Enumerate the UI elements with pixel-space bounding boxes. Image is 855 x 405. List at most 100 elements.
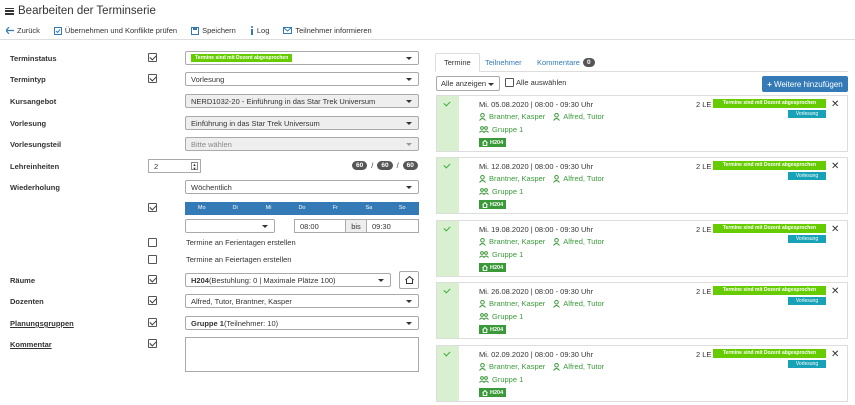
rooms-select[interactable]: H204 (Bestuhlung: 0 | Maximale Plätze 10… [185,273,391,287]
type-select[interactable]: Vorlesung [185,72,419,86]
room-overview-button[interactable] [399,271,419,289]
remove-icon[interactable]: ✕ [831,161,839,172]
toolbar: Zurück Übernehmen und Konflikte prüfen S… [0,22,855,40]
stepper-icon[interactable]: ▲ ▼ [191,162,198,170]
room-name: H204 [191,275,209,285]
group-icon [479,126,489,133]
tab-comments[interactable]: Kommentare 0 [529,53,603,72]
type-checkbox[interactable] [148,74,157,83]
menu-icon[interactable] [5,7,14,15]
comment-checkbox[interactable] [148,339,157,348]
user-icon [553,299,561,308]
filter-select[interactable]: Alle anzeigen [436,76,500,91]
back-button[interactable]: Zurück [6,26,40,35]
selected-check-icon[interactable] [437,346,459,401]
comment-textarea[interactable] [185,337,419,372]
lecturer-2: Alfred, Tutor [563,362,605,371]
apply-label: Übernehmen und Konflikte prüfen [64,26,178,35]
selected-check-icon[interactable] [437,283,459,338]
envelope-icon [283,27,293,34]
remove-icon[interactable]: ✕ [831,99,839,110]
remove-icon[interactable]: ✕ [831,224,839,235]
appointment-room-badge: H204 [479,388,507,397]
appointment-card[interactable]: Mi. 12.08.2020 | 08:00 - 09:30 Uhr 2 LE … [436,157,848,214]
save-icon [191,26,200,35]
appointment-card[interactable]: Mi. 19.08.2020 | 08:00 - 09:30 Uhr 2 LE … [436,220,848,277]
chevron-down-icon [488,82,494,86]
appointment-units: 2 LE [696,100,712,109]
appointment-room-badge: H204 [479,263,507,272]
appointment-datetime: Mi. 19.08.2020 | 08:00 - 09:30 Uhr [479,225,594,234]
units-separator: / [371,161,374,170]
select-all-checkbox[interactable] [505,78,514,87]
weekday-sa[interactable]: Sa [352,202,385,215]
home-icon [482,139,488,146]
appointment-units: 2 LE [696,162,712,171]
status-select[interactable]: Termine sind mit Dozent abgesprochen [185,51,419,65]
user-icon [479,237,486,246]
appointment-room-badge: H204 [479,138,507,147]
appointment-status-badge: Termine sind mit Dozent abgesprochen [713,286,826,295]
tab-appointments[interactable]: Termine [435,53,480,72]
remove-icon[interactable]: ✕ [831,349,839,360]
repeat-select[interactable]: Wöchentlich [185,180,419,194]
lecture-part-select[interactable]: Bitte wählen [185,137,419,151]
notify-participants-button[interactable]: Teilnehmer informieren [283,26,372,35]
groups-checkbox[interactable] [148,318,157,327]
tab-participants[interactable]: Teilnehmer [477,53,530,72]
appointment-status-badge: Termine sind mit Dozent abgesprochen [713,99,826,108]
lecturers-select[interactable]: Alfred, Tutor, Brantner, Kasper [185,294,419,308]
public-holidays-checkbox[interactable] [148,255,157,264]
weekday-fr[interactable]: Fr [319,202,352,215]
weekdays-checkbox[interactable] [148,203,157,212]
lecture-select[interactable]: Einführung in das Star Trek Universum [185,116,419,130]
units-input[interactable]: 2 ▲ ▼ [148,159,201,173]
user-icon [479,299,486,308]
room-name: H204 [490,264,504,271]
appointment-card[interactable]: Mi. 26.08.2020 | 08:00 - 09:30 Uhr 2 LE … [436,282,848,339]
time-from-input[interactable]: 08:00 [294,219,346,233]
appointment-card[interactable]: Mi. 02.09.2020 | 08:00 - 09:30 Uhr 2 LE … [436,345,848,402]
chevron-down-icon [406,143,412,146]
weekday-so[interactable]: So [386,202,419,215]
room-name: H204 [490,201,504,208]
save-button[interactable]: Speichern [191,26,236,35]
lecturers-label: Dozenten [10,297,44,306]
mode-select[interactable] [185,219,275,233]
appointment-card[interactable]: Mi. 05.08.2020 | 08:00 - 09:30 Uhr 2 LE … [436,95,848,152]
appointment-type-badge: Vorlesung [788,172,826,180]
appointment-type-badge: Vorlesung [788,110,826,118]
time-to-value: 09:30 [372,221,391,231]
weekday-do[interactable]: Do [285,202,318,215]
add-more-button[interactable]: + Weitere hinzufügen [762,76,848,92]
group-icon [479,313,489,320]
time-to-input[interactable]: 09:30 [366,219,419,233]
rooms-label: Räume [10,276,36,285]
lecturers-checkbox[interactable] [148,296,157,305]
apply-check-button[interactable]: Übernehmen und Konflikte prüfen [53,26,178,35]
units-value: 2 [154,161,159,171]
group-name: Gruppe 1 [191,318,224,328]
selected-check-icon[interactable] [437,96,459,151]
page-title: Bearbeiten der Terminserie [18,5,156,17]
status-checkbox[interactable] [148,53,157,62]
user-icon [479,362,486,371]
weekday-di[interactable]: Di [218,202,251,215]
selected-check-icon[interactable] [437,221,459,276]
selected-check-icon[interactable] [437,158,459,213]
remove-icon[interactable]: ✕ [831,286,839,297]
type-value: Vorlesung [191,74,225,84]
log-button[interactable]: Log [250,26,270,35]
rooms-checkbox[interactable] [148,275,157,284]
lecturer-2: Alfred, Tutor [563,299,605,308]
weekday-mi[interactable]: Mi [252,202,285,215]
weekday-mo[interactable]: Mo [185,202,218,215]
groups-select[interactable]: Gruppe 1 (Teilnehmer: 10) [185,316,419,330]
comment-label[interactable]: Kommentar [10,340,52,349]
repeat-label: Wiederholung [10,183,60,192]
course-select[interactable]: NERD1032-20 - Einführung in das Star Tre… [185,94,419,108]
groups-label[interactable]: Planungsgruppen [10,319,74,328]
appointment-lecturers: Brantner, Kasper Alfred, Tutor [479,237,604,246]
log-label: Log [256,26,270,35]
school-holidays-checkbox[interactable] [148,238,157,247]
